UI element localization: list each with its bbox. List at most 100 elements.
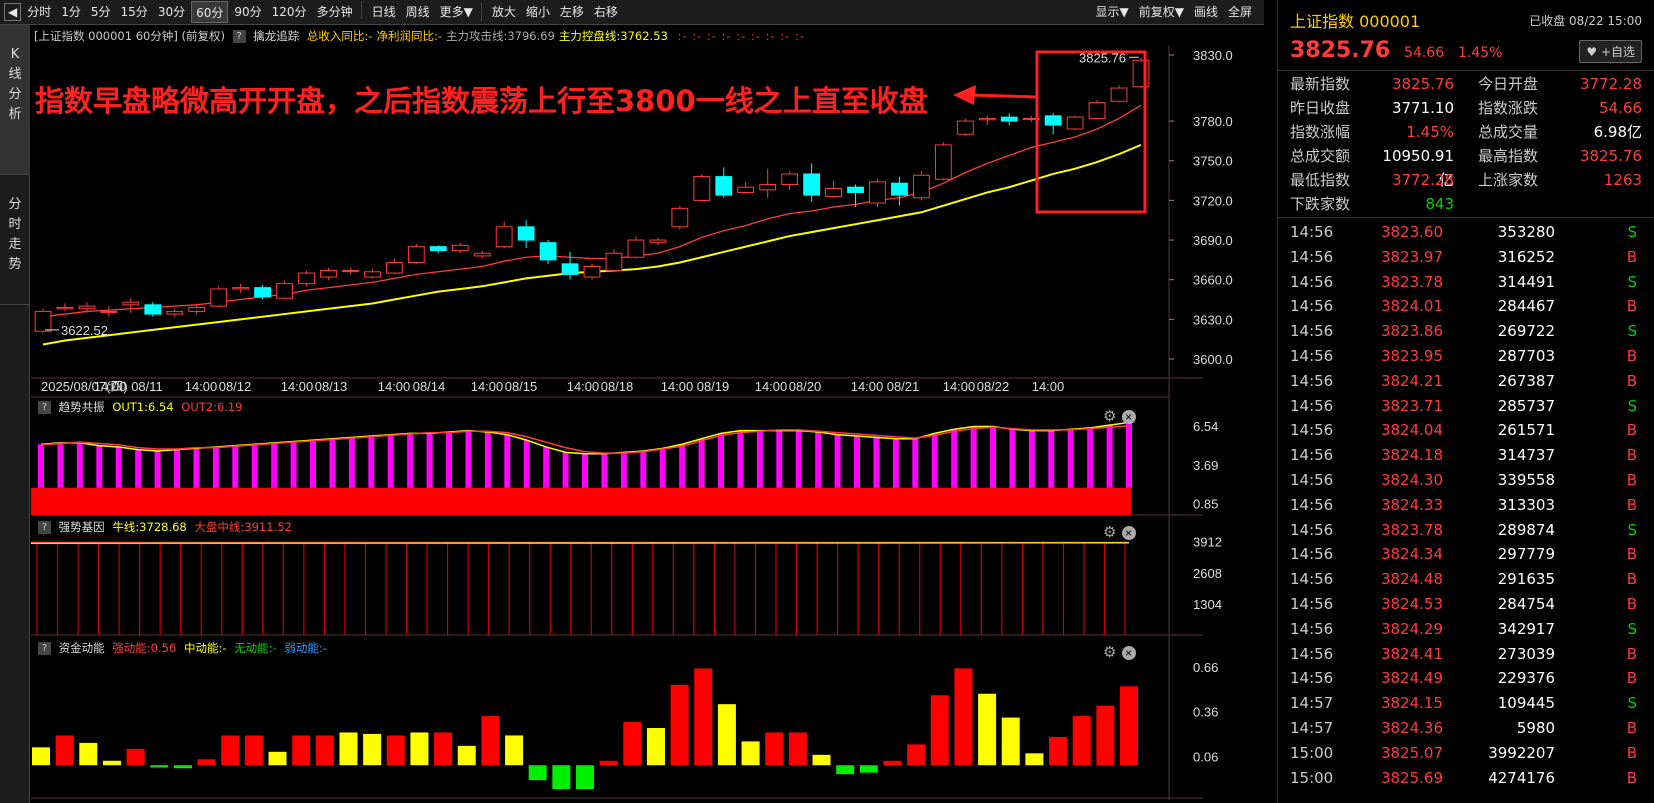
panel2-bar — [407, 433, 414, 488]
tick-time: 14:56 — [1290, 346, 1334, 365]
quote-value: 3825.76 — [1391, 75, 1454, 93]
x-axis-label: 08/13 — [315, 379, 348, 394]
candle-body — [869, 181, 886, 204]
action-button-0[interactable]: 放大 — [488, 1, 520, 23]
toolbar-right-button-3[interactable]: 全屏 — [1224, 1, 1256, 23]
tick-time: 14:56 — [1290, 594, 1334, 613]
period-button-0[interactable]: 分时 — [23, 1, 55, 23]
action-button-1[interactable]: 缩小 — [522, 1, 554, 23]
action-button-3[interactable]: 右移 — [590, 1, 622, 23]
help-icon[interactable]: ? — [38, 401, 51, 414]
x-axis-label: 08/11 — [131, 379, 163, 394]
tick-time: 14:56 — [1290, 421, 1334, 440]
quote-cell: 最高指数 3825.76 — [1466, 144, 1654, 168]
period-button-10[interactable]: 周线 — [402, 1, 434, 23]
toolbar-right-button-0[interactable]: 显示▼ — [1092, 1, 1133, 23]
tick-side: S — [1627, 694, 1637, 713]
tick-time: 14:56 — [1290, 322, 1334, 341]
panel2-bar — [57, 442, 64, 488]
period-button-5[interactable]: 60分 — [191, 1, 229, 23]
x-axis-label: 08/14 — [413, 379, 446, 394]
panel2-bar — [484, 431, 491, 488]
panel4-bar — [126, 748, 145, 766]
panel2-bar — [329, 438, 336, 488]
back-icon[interactable]: ◀ — [4, 3, 22, 21]
panel4-bar — [954, 668, 973, 766]
panel2-bar — [348, 437, 355, 488]
panel2-bar — [193, 448, 200, 488]
tick-time: 14:56 — [1290, 247, 1334, 266]
panel2-bar — [523, 440, 530, 488]
quote-label: 最低指数 — [1290, 171, 1351, 189]
panel2-bar — [290, 441, 297, 488]
period-button-4[interactable]: 30分 — [154, 1, 189, 23]
tick-price: 3824.36 — [1380, 718, 1443, 737]
tick-volume: 339558 — [1497, 470, 1555, 489]
tick-price: 3825.07 — [1380, 743, 1443, 762]
period-button-11[interactable]: 更多▼ — [436, 1, 477, 23]
help-icon[interactable]: ? — [38, 521, 51, 534]
quote-value: 1.45% — [1406, 123, 1454, 141]
panel4-bar — [1096, 705, 1115, 766]
period-button-7[interactable]: 120分 — [268, 1, 311, 23]
tick-side: B — [1626, 743, 1637, 762]
tick-time: 15:00 — [1290, 768, 1334, 787]
candle-body — [342, 269, 359, 272]
period-button-1[interactable]: 1分 — [57, 1, 85, 23]
tick-time: 14:56 — [1290, 669, 1334, 688]
period-button-6[interactable]: 90分 — [230, 1, 265, 23]
tick-price: 3824.04 — [1380, 421, 1443, 440]
panel2-bar — [135, 449, 142, 488]
panel2-bar — [504, 434, 511, 488]
quote-cell: 指数涨幅 1.45% — [1278, 120, 1466, 144]
panel4-weak: 弱动能:- — [284, 641, 327, 655]
candle-body — [1000, 116, 1018, 122]
toolbar-right-button-1[interactable]: 前复权▼ — [1135, 1, 1188, 23]
panel4-bar — [79, 742, 98, 766]
panel4-bar — [741, 741, 760, 766]
tick-row: 14:56 3824.49 229376 B — [1278, 666, 1654, 691]
candle-body — [627, 239, 645, 258]
toolbar-right-button-2[interactable]: 画线 — [1190, 1, 1222, 23]
tab-kline-analysis[interactable]: K线分析 — [0, 25, 30, 175]
candle-body — [605, 252, 623, 271]
tick-time: 14:56 — [1290, 396, 1334, 415]
period-button-3[interactable]: 15分 — [117, 1, 152, 23]
quote-value: 3825.76 — [1579, 147, 1642, 165]
annotation-arrow — [970, 93, 1037, 99]
period-button-8[interactable]: 多分钟 — [313, 1, 357, 23]
quote-row: 下跌家数 843 — [1278, 192, 1654, 216]
tick-volume: 229376 — [1497, 669, 1555, 688]
panel4-bar — [55, 735, 74, 766]
period-button-2[interactable]: 5分 — [87, 1, 115, 23]
candle-body — [1110, 87, 1128, 102]
help-icon[interactable]: ? — [38, 642, 51, 655]
tick-price: 3824.41 — [1380, 644, 1443, 663]
action-button-2[interactable]: 左移 — [556, 1, 588, 23]
panel2-bar — [698, 438, 705, 488]
tick-row: 14:56 3823.60 353280 S — [1278, 220, 1654, 245]
panel4-tick: 0.06 — [1193, 749, 1218, 764]
tick-row: 14:57 3824.36 5980 B — [1278, 716, 1654, 741]
tick-list[interactable]: 14:56 3823.60 353280 S 14:56 3823.97 316252 B 14… — [1278, 218, 1654, 790]
tick-volume: 314491 — [1497, 272, 1555, 291]
panel4-bar — [765, 732, 784, 766]
candle-body — [320, 269, 337, 278]
add-watchlist-button[interactable]: ♥ +自选 — [1579, 40, 1642, 63]
panel4-title: ? 资金动能 强动能:0.56 中动能:- 无动能:- 弱动能:- — [34, 639, 327, 657]
quote-row: 总成交额 10950.91亿 最高指数 3825.76 — [1278, 144, 1654, 189]
quote-value: 3772.28 — [1579, 75, 1642, 93]
tick-row: 14:56 3823.71 285737 S — [1278, 394, 1654, 419]
x-axis-label: 08/22 — [977, 379, 1010, 394]
candle-body — [517, 226, 535, 241]
x-axis-label: 14:00 — [1032, 379, 1065, 394]
tick-time: 14:57 — [1290, 694, 1334, 713]
y-tick-label: 3750.0 — [1193, 154, 1233, 169]
panel2-tick: 6.54 — [1193, 419, 1218, 434]
left-sidebar: K线分析 分时走势 — [0, 25, 30, 803]
period-button-9[interactable]: 日线 — [368, 1, 400, 23]
panel2-bar — [465, 430, 472, 488]
panel2-bar — [873, 437, 880, 488]
tab-timeshare[interactable]: 分时走势 — [0, 175, 30, 305]
candle-body — [429, 246, 447, 252]
